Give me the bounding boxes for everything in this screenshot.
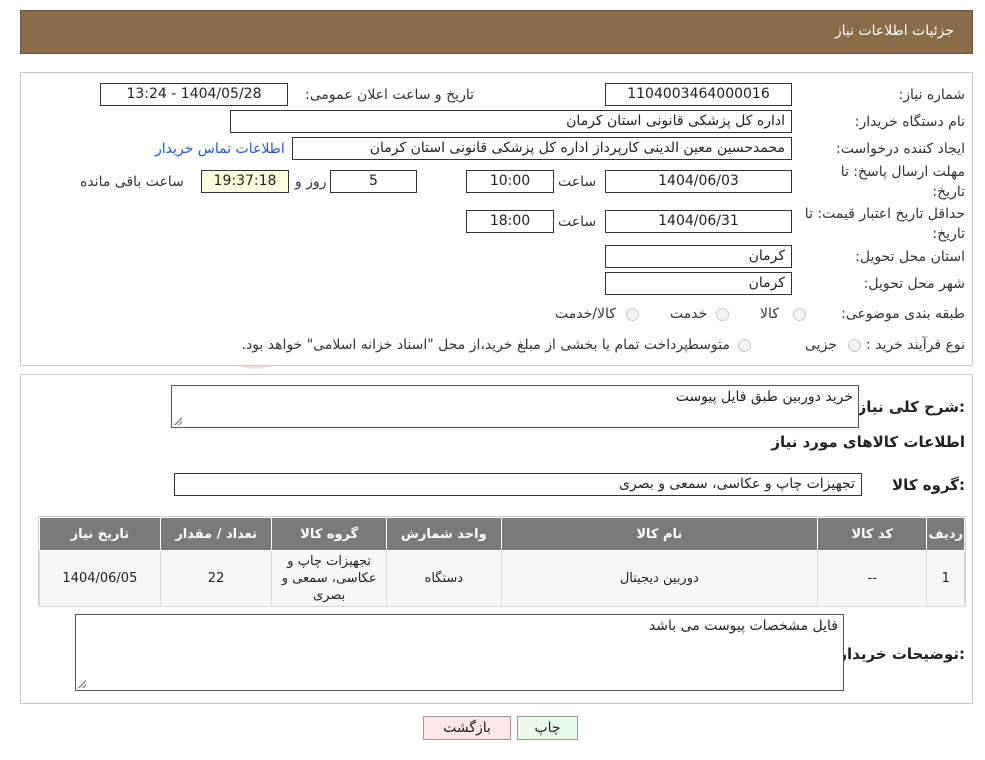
purchase-type-label: نوع فرآیند خرید : xyxy=(866,337,965,353)
col-goods-group: گروه کالا xyxy=(271,517,387,551)
category-label: طبقه بندی موضوعی: xyxy=(841,306,965,322)
deadline-hour-label: ساعت xyxy=(558,174,597,190)
items-table: ردیف کد کالا نام کالا واحد شمارش گروه کا… xyxy=(39,517,965,607)
city-field: کرمان xyxy=(605,272,792,295)
creator-field: محمدحسین معین الدینی کارپرداز اداره کل پ… xyxy=(292,137,792,160)
category-radio-goods[interactable] xyxy=(793,308,806,321)
cell-goods-group: تجهیزات چاپ و عکاسی، سمعی و بصری xyxy=(271,550,387,607)
goods-group-field: تجهیزات چاپ و عکاسی، سمعی و بصری xyxy=(174,473,862,496)
page-header: جزئيات اطلاعات نياز xyxy=(20,10,973,54)
category-option-goods-service: کالا/خدمت xyxy=(555,306,616,322)
col-item-name: نام کالا xyxy=(500,517,818,551)
validity-date-field: 1404/06/31 xyxy=(605,210,792,233)
validity-label: حداقل تاریخ اعتبار قیمت: تا xyxy=(804,206,965,222)
category-option-service: خدمت xyxy=(670,306,708,322)
col-need-date: تاریخ نیاز xyxy=(39,517,161,551)
remaining-label: ساعت باقی مانده xyxy=(80,174,184,190)
cell-need-date: 1404/06/05 xyxy=(39,550,161,607)
city-label: شهر محل تحویل: xyxy=(863,276,965,292)
purchase-option-medium: متوسط xyxy=(686,337,730,353)
summary-text: خرید دوربین طبق فایل پیوست xyxy=(675,389,853,405)
goods-info-title: اطلاعات کالاهای مورد نیاز xyxy=(771,433,965,451)
back-button[interactable]: بازگشت xyxy=(423,716,511,740)
validity-time-field: 18:00 xyxy=(466,210,554,233)
buyer-notes-label: توضیحات خریدار: xyxy=(838,645,965,663)
purchase-option-minor: جزیی xyxy=(805,337,837,353)
buyer-org-field: اداره کل پزشکی قانونی استان کرمان xyxy=(230,110,792,133)
category-option-goods: کالا xyxy=(760,306,779,322)
purchase-note: پرداخت تمام یا بخشی از مبلغ خرید،از محل … xyxy=(241,337,688,353)
page-title: جزئيات اطلاعات نياز xyxy=(834,23,954,39)
deadline-time-field: 10:00 xyxy=(466,170,554,193)
days-field: 5 xyxy=(330,170,417,193)
announce-label: تاریخ و ساعت اعلان عمومی: xyxy=(305,87,474,103)
validity-label-2: تاریخ: xyxy=(932,226,965,242)
deadline-label-2: تاریخ: xyxy=(932,184,965,200)
goods-group-label: گروه کالا: xyxy=(892,476,965,494)
deadline-label: مهلت ارسال پاسخ: تا xyxy=(840,164,965,180)
cell-item-name: دوربین دیجیتال xyxy=(500,550,818,607)
announce-field: 1404/05/28 - 13:24 xyxy=(100,83,288,106)
remaining-time-field: 19:37:18 xyxy=(201,170,289,193)
summary-textarea[interactable]: خرید دوربین طبق فایل پیوست xyxy=(171,385,859,428)
category-radio-goods-service[interactable] xyxy=(626,308,639,321)
cell-row-number: 1 xyxy=(926,550,965,607)
summary-label: شرح کلی نیاز: xyxy=(857,398,965,416)
category-radio-service[interactable] xyxy=(716,308,729,321)
contact-buyer-link[interactable]: اطلاعات تماس خریدار xyxy=(155,141,285,157)
buyer-notes-text: فایل مشخصات پیوست می باشد xyxy=(648,618,838,634)
need-number-label: شماره نیاز: xyxy=(898,87,966,103)
province-label: استان محل تحویل: xyxy=(855,249,965,265)
cell-item-code: -- xyxy=(816,550,928,607)
col-quantity: تعداد / مقدار xyxy=(159,517,273,551)
cell-unit: دستگاه xyxy=(385,550,502,607)
cell-quantity: 22 xyxy=(159,550,273,607)
validity-hour-label: ساعت xyxy=(558,214,597,230)
table-row: 1 -- دوربین دیجیتال دستگاه تجهیزات چاپ و… xyxy=(39,550,965,607)
need-number-field: 1104003464000016 xyxy=(605,83,792,106)
deadline-date-field: 1404/06/03 xyxy=(605,170,792,193)
buyer-notes-textarea[interactable]: فایل مشخصات پیوست می باشد xyxy=(75,614,844,691)
purchase-radio-medium[interactable] xyxy=(738,339,751,352)
resize-grip-icon[interactable] xyxy=(174,417,182,425)
creator-label: ایجاد کننده درخواست: xyxy=(836,141,965,157)
province-field: کرمان xyxy=(605,245,792,268)
buyer-org-label: نام دستگاه خریدار: xyxy=(854,114,965,130)
table-header-row: ردیف کد کالا نام کالا واحد شمارش گروه کا… xyxy=(39,517,965,551)
print-button[interactable]: چاپ xyxy=(517,716,578,740)
purchase-radio-minor[interactable] xyxy=(848,339,861,352)
days-label: روز و xyxy=(295,174,327,190)
resize-grip-icon[interactable] xyxy=(78,680,86,688)
col-row-number: ردیف xyxy=(926,517,965,551)
items-table-wrapper: ردیف کد کالا نام کالا واحد شمارش گروه کا… xyxy=(38,516,966,607)
col-item-code: کد کالا xyxy=(816,517,928,551)
col-unit: واحد شمارش xyxy=(385,517,502,551)
